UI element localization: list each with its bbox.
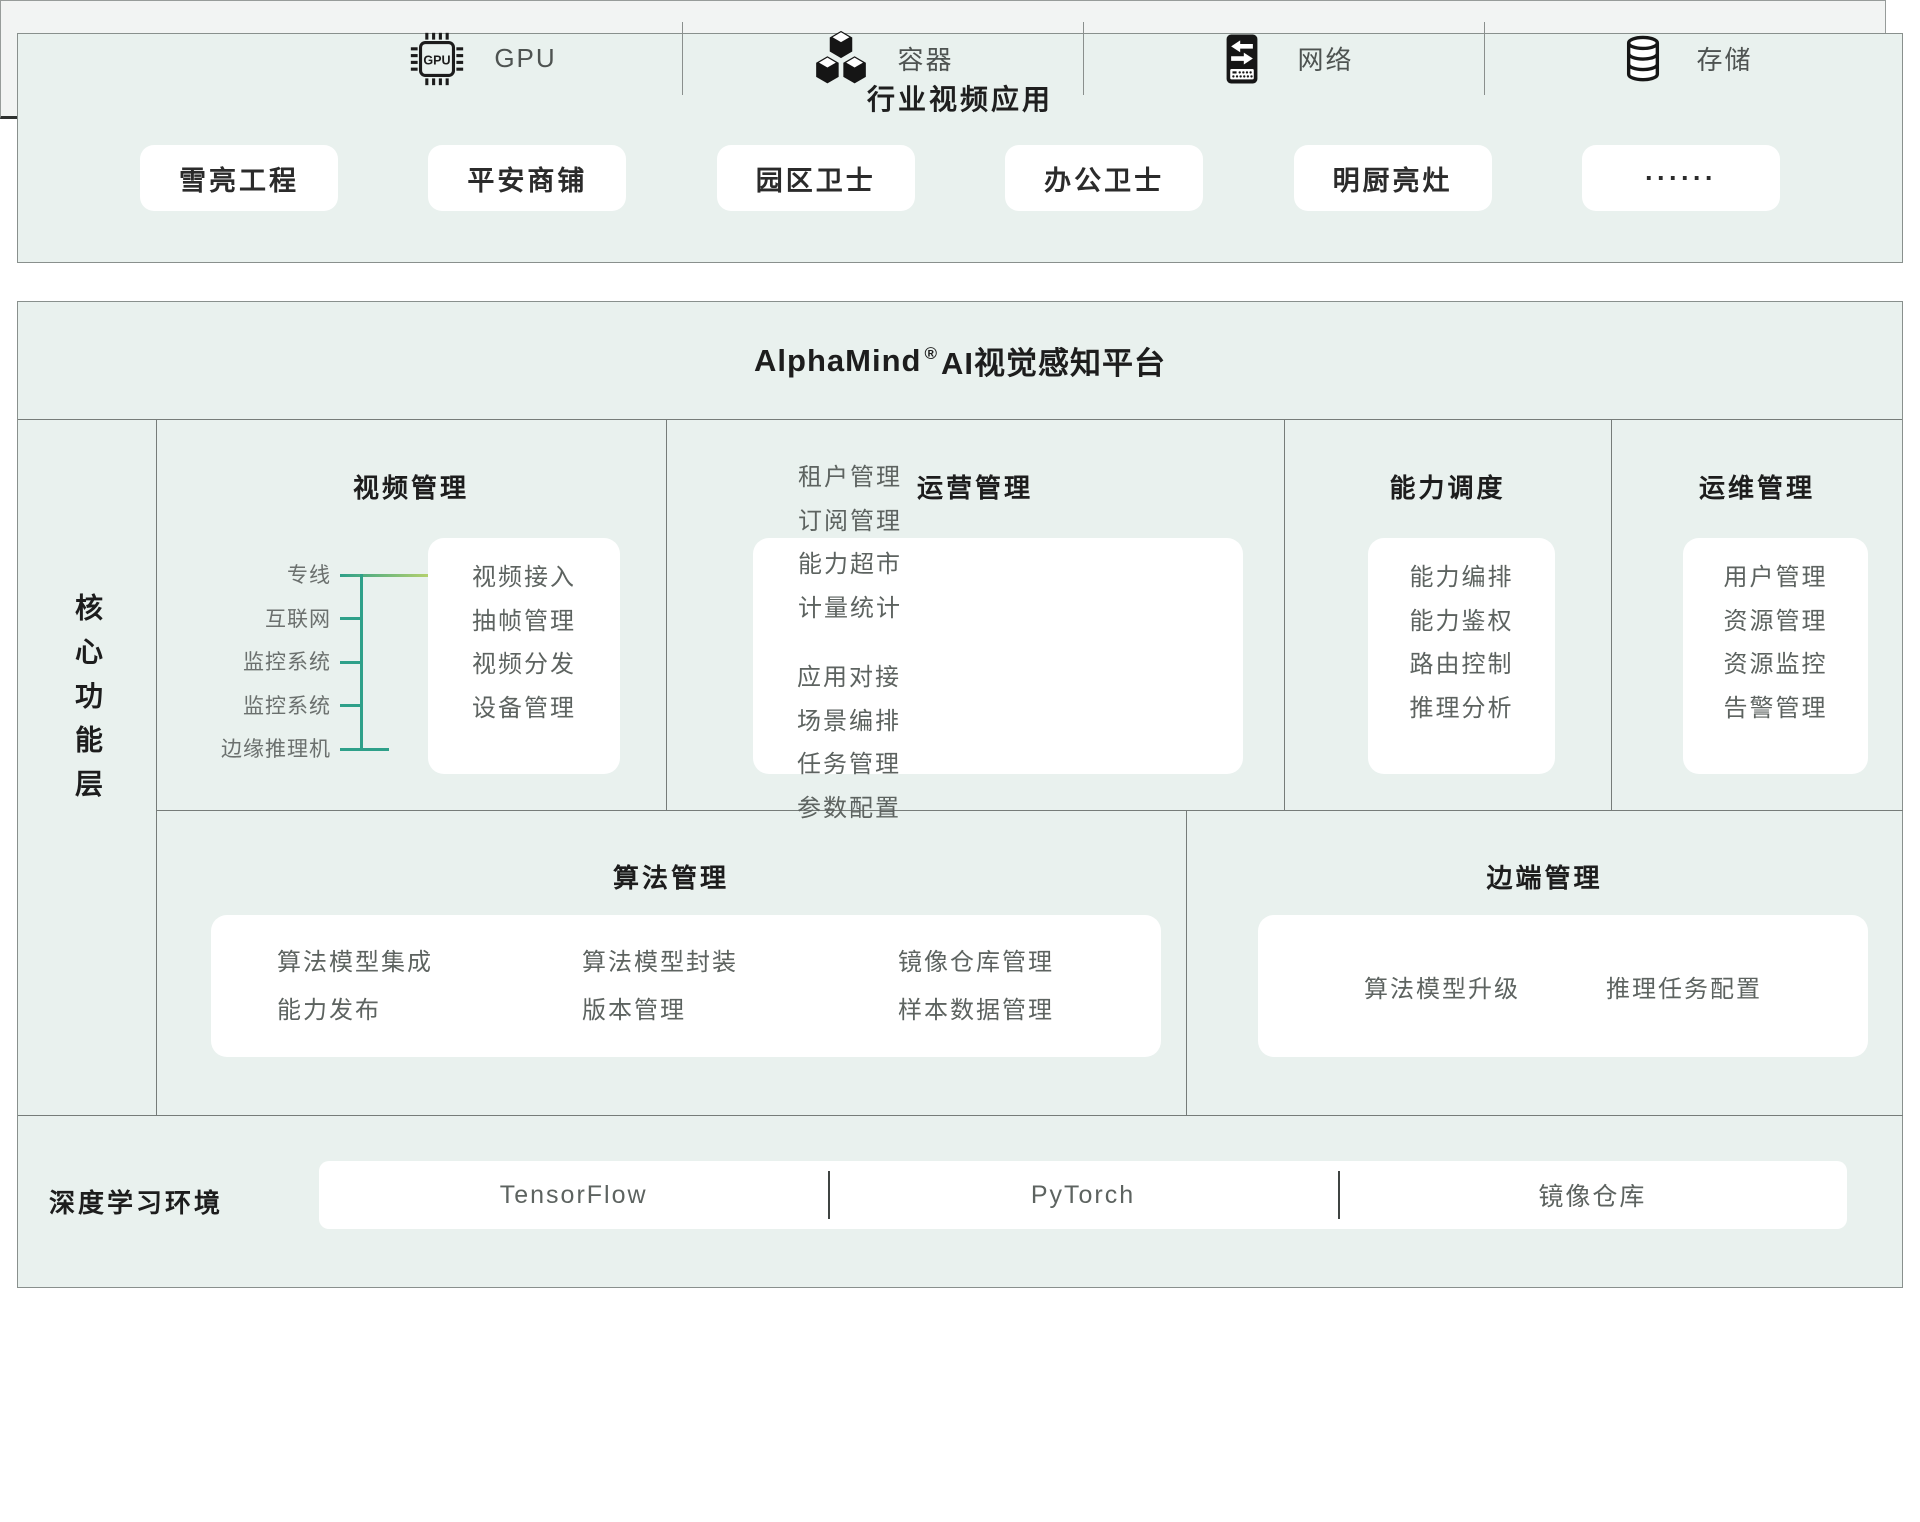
dl-environment-label: 深度学习环境 bbox=[49, 1115, 223, 1288]
op-fn-metering: 计量统计 bbox=[798, 587, 996, 631]
resource-network: 网络 bbox=[1083, 1, 1484, 116]
connector-stub-3 bbox=[340, 704, 363, 707]
capability-scheduling-title: 能力调度 bbox=[1284, 468, 1611, 505]
algo-fn-publish: 能力发布 bbox=[277, 987, 433, 1035]
resource-gpu: GPU GPU bbox=[281, 1, 682, 116]
om-fn-alarm: 告警管理 bbox=[1683, 687, 1868, 731]
algo-fn-sample: 样本数据管理 bbox=[898, 987, 1054, 1035]
edge-management-title: 边端管理 bbox=[1186, 858, 1903, 895]
cap-fn-orchestrate: 能力编排 bbox=[1368, 556, 1555, 600]
operation-functions-card: 租户管理 订阅管理 能力超市 计量统计 应用对接 场景编排 任务管理 参数配置 bbox=[753, 538, 1243, 774]
app-chip-mingchu: 明厨亮灶 bbox=[1294, 145, 1492, 211]
app-chip-pingan: 平安商铺 bbox=[428, 145, 626, 211]
app-chip-yuanqu: 园区卫士 bbox=[717, 145, 915, 211]
video-source-jiankong-1: 监控系统 bbox=[156, 641, 331, 685]
operation-management-section: 运营管理 租户管理 订阅管理 能力超市 计量统计 应用对接 场景编排 任务管理 … bbox=[666, 420, 1284, 810]
industry-apps-row: 雪亮工程 平安商铺 园区卫士 办公卫士 明厨亮灶 ······ bbox=[18, 145, 1902, 211]
op-fn-market: 能力超市 bbox=[798, 543, 996, 587]
algo-fn-version: 版本管理 bbox=[582, 987, 738, 1035]
algo-fn-package: 算法模型封装 bbox=[582, 939, 738, 987]
registered-mark: ® bbox=[924, 344, 938, 364]
algorithm-management-section: 算法管理 算法模型集成 能力发布 算法模型封装 版本管理 镜像仓库管理 样本数据… bbox=[156, 810, 1186, 1115]
platform-title: AlphaMind® AI视觉感知平台 bbox=[18, 302, 1902, 420]
dl-environment-row: 深度学习环境 TensorFlow PyTorch 镜像仓库 bbox=[18, 1115, 1902, 1288]
cap-fn-inference: 推理分析 bbox=[1368, 687, 1555, 731]
platform-title-suffix: AI视觉感知平台 bbox=[941, 338, 1166, 383]
video-management-title: 视频管理 bbox=[156, 468, 666, 505]
dl-environment-bar: TensorFlow PyTorch 镜像仓库 bbox=[319, 1161, 1847, 1229]
algo-fn-registry: 镜像仓库管理 bbox=[898, 939, 1054, 987]
capability-scheduling-section: 能力调度 能力编排 能力鉴权 路由控制 推理分析 bbox=[1284, 420, 1611, 810]
resource-storage: 存储 bbox=[1484, 1, 1885, 116]
edge-management-section: 边端管理 算法模型升级 推理任务配置 bbox=[1186, 810, 1903, 1115]
resource-network-label: 网络 bbox=[1297, 40, 1353, 77]
video-fn-device: 设备管理 bbox=[428, 687, 620, 731]
resource-container: 容器 bbox=[682, 1, 1083, 116]
connector-stub-2 bbox=[340, 661, 363, 664]
cap-fn-route: 路由控制 bbox=[1368, 643, 1555, 687]
video-functions-card: 视频接入 抽帧管理 视频分发 设备管理 bbox=[428, 538, 620, 774]
app-chip-more: ······ bbox=[1582, 145, 1780, 211]
edge-fn-upgrade: 算法模型升级 bbox=[1364, 969, 1520, 1004]
algorithm-functions-card: 算法模型集成 能力发布 算法模型封装 版本管理 镜像仓库管理 样本数据管理 bbox=[211, 915, 1161, 1057]
capability-functions-card: 能力编排 能力鉴权 路由控制 推理分析 bbox=[1368, 538, 1555, 774]
base-resources-panel: 基础资源 GPU GPU bbox=[0, 0, 1886, 119]
gpu-icon: GPU bbox=[406, 28, 468, 90]
video-source-bianyuan: 边缘推理机 bbox=[156, 728, 331, 772]
op-fn-subscribe: 订阅管理 bbox=[798, 500, 996, 544]
algo-fn-integrate: 算法模型集成 bbox=[277, 939, 433, 987]
cap-fn-auth: 能力鉴权 bbox=[1368, 600, 1555, 644]
edge-functions-card: 算法模型升级 推理任务配置 bbox=[1258, 915, 1868, 1057]
maintenance-management-section: 运维管理 用户管理 资源管理 资源监控 告警管理 bbox=[1611, 420, 1903, 810]
video-source-jiankong-2: 监控系统 bbox=[156, 685, 331, 729]
video-source-list: 专线 互联网 监控系统 监控系统 边缘推理机 bbox=[156, 554, 331, 772]
video-source-hulianwang: 互联网 bbox=[156, 598, 331, 642]
container-icon bbox=[811, 29, 871, 89]
connector-stub-1 bbox=[340, 617, 363, 620]
resource-gpu-label: GPU bbox=[494, 43, 556, 74]
om-fn-resource: 资源管理 bbox=[1683, 600, 1868, 644]
video-fn-distribute: 视频分发 bbox=[428, 643, 620, 687]
svg-text:GPU: GPU bbox=[424, 53, 451, 67]
op-fn-appdock: 应用对接 bbox=[797, 656, 1243, 700]
video-fn-frame: 抽帧管理 bbox=[428, 600, 620, 644]
video-fn-access: 视频接入 bbox=[428, 556, 620, 600]
architecture-diagram: 行业视频应用 雪亮工程 平安商铺 园区卫士 办公卫士 明厨亮灶 ······ A… bbox=[0, 0, 1920, 119]
app-chip-xueliang: 雪亮工程 bbox=[140, 145, 338, 211]
maintenance-management-title: 运维管理 bbox=[1611, 468, 1903, 505]
op-fn-scene: 场景编排 bbox=[797, 700, 1243, 744]
resource-container-label: 容器 bbox=[897, 40, 953, 77]
storage-icon bbox=[1616, 32, 1670, 86]
algorithm-col-2: 算法模型封装 版本管理 bbox=[582, 939, 738, 1035]
maintenance-functions-card: 用户管理 资源管理 资源监控 告警管理 bbox=[1683, 538, 1868, 774]
op-fn-tenant: 租户管理 bbox=[798, 456, 996, 500]
connector-entry-line bbox=[340, 574, 429, 577]
dl-item-pytorch: PyTorch bbox=[828, 1161, 1337, 1229]
resource-storage-label: 存储 bbox=[1696, 40, 1752, 77]
algorithm-col-3: 镜像仓库管理 样本数据管理 bbox=[898, 939, 1054, 1035]
algorithm-col-1: 算法模型集成 能力发布 bbox=[277, 939, 433, 1035]
app-chip-bangong: 办公卫士 bbox=[1005, 145, 1203, 211]
platform-panel: AlphaMind® AI视觉感知平台 核心功能层 视频管理 专线 互联网 监控… bbox=[17, 301, 1903, 1288]
network-icon bbox=[1213, 30, 1271, 88]
video-management-section: 视频管理 专线 互联网 监控系统 监控系统 边缘推理机 视频接入 抽帧管理 视频… bbox=[156, 420, 666, 810]
algorithm-management-title: 算法管理 bbox=[156, 858, 1186, 895]
operation-col-1: 租户管理 订阅管理 能力超市 计量统计 bbox=[753, 456, 996, 656]
dl-item-registry: 镜像仓库 bbox=[1338, 1161, 1847, 1229]
core-layer-label: 核心功能层 bbox=[18, 420, 156, 1115]
connector-out-stub bbox=[360, 748, 389, 751]
platform-brand: AlphaMind bbox=[754, 343, 921, 379]
video-source-zhuanxian: 专线 bbox=[156, 554, 331, 598]
om-fn-monitor: 资源监控 bbox=[1683, 643, 1868, 687]
edge-fn-taskconfig: 推理任务配置 bbox=[1606, 969, 1762, 1004]
dl-item-tensorflow: TensorFlow bbox=[319, 1161, 828, 1229]
op-fn-task: 任务管理 bbox=[797, 743, 1243, 787]
om-fn-user: 用户管理 bbox=[1683, 556, 1868, 600]
